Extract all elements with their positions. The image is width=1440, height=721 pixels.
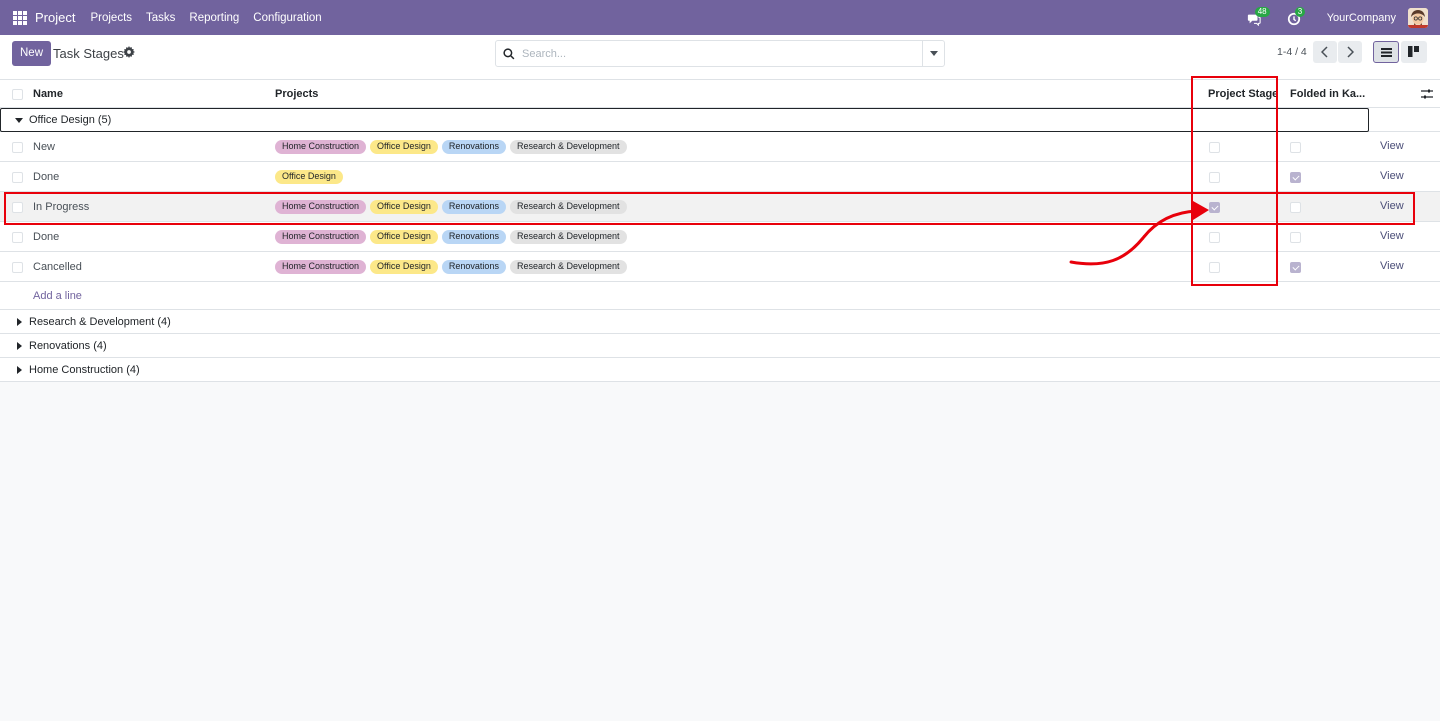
gear-icon[interactable] (123, 46, 135, 58)
activities-button[interactable]: 3 (1287, 6, 1306, 27)
user-face-icon (1408, 7, 1428, 28)
group-label: Renovations (4) (29, 340, 107, 352)
project-tag: Office Design (370, 260, 438, 274)
search-input[interactable] (522, 45, 917, 63)
caret-down-icon (930, 51, 938, 56)
kanban-icon (1408, 46, 1419, 57)
row-select-checkbox[interactable] (12, 232, 23, 243)
project-tag: Renovations (441, 260, 506, 274)
column-settings-icon[interactable] (1421, 88, 1433, 100)
project-tags: Home Construction Office Design Renovation… (275, 230, 631, 244)
project-tag: Research & Development (509, 230, 627, 244)
view-button[interactable]: View (1380, 230, 1404, 242)
column-header-name[interactable]: Name (33, 88, 63, 100)
view-button[interactable]: View (1380, 260, 1404, 272)
row-select-checkbox[interactable] (12, 142, 23, 153)
caret-down-icon (15, 118, 23, 123)
column-header-folded[interactable]: Folded in Ka... (1290, 88, 1365, 100)
menu-configuration[interactable]: Configuration (253, 12, 321, 24)
activities-count-badge: 3 (1294, 6, 1306, 17)
caret-right-icon (17, 318, 22, 326)
group-label: Home Construction (4) (29, 364, 140, 376)
folded-checkbox[interactable] (1290, 172, 1301, 183)
project-tag: Renovations (441, 230, 506, 244)
apps-menu-icon[interactable] (13, 10, 27, 25)
group-label: Research & Development (4) (29, 316, 171, 328)
messages-button[interactable]: 48 (1247, 6, 1270, 27)
group-row[interactable]: Home Construction (4) (0, 358, 1440, 382)
folded-checkbox[interactable] (1290, 232, 1301, 243)
chevron-left-icon (1321, 46, 1328, 58)
project-tags: Home Construction Office Design Renovation… (275, 140, 631, 154)
stage-name: Done (33, 171, 60, 183)
project-tag: Home Construction (275, 260, 367, 274)
project-tag: Research & Development (509, 260, 627, 274)
project-tag: Renovations (441, 140, 506, 154)
search-icon (503, 48, 515, 60)
menu-tasks[interactable]: Tasks (146, 12, 175, 24)
project-tag: Home Construction (275, 230, 367, 244)
project-tag: Office Design (370, 140, 438, 154)
chevron-right-icon (1347, 46, 1354, 58)
folded-checkbox[interactable] (1290, 262, 1301, 273)
stage-name: New (33, 141, 56, 153)
add-line-link[interactable]: Add a line (33, 290, 82, 302)
menu-projects[interactable]: Projects (90, 12, 132, 24)
annotation-arrow-icon (1069, 201, 1209, 266)
caret-right-icon (17, 342, 22, 350)
control-panel: New Task Stages 1-4 / 4 (0, 35, 1440, 80)
project-tag: Research & Development (509, 140, 627, 154)
pager-previous-button[interactable] (1313, 41, 1337, 63)
app-brand[interactable]: Project (35, 10, 75, 25)
project-tags: Home Construction Office Design Renovation… (275, 260, 631, 274)
search-options-toggle[interactable] (922, 41, 944, 66)
stage-name: Cancelled (33, 261, 82, 273)
project-tags: Office Design (275, 170, 347, 184)
group-row[interactable]: Renovations (4) (0, 334, 1440, 358)
list-view-button[interactable] (1373, 41, 1399, 63)
group-label: Office Design (5) (29, 114, 112, 126)
group-row[interactable]: Research & Development (4) (0, 310, 1440, 334)
select-all-checkbox[interactable] (12, 89, 23, 100)
folded-checkbox[interactable] (1290, 142, 1301, 153)
add-line-row: Add a line (0, 282, 1440, 310)
new-button[interactable]: New (12, 41, 52, 66)
user-avatar[interactable] (1408, 7, 1428, 28)
row-select-checkbox[interactable] (12, 262, 23, 273)
row-select-checkbox[interactable] (12, 172, 23, 183)
page-title: Task Stages (53, 46, 124, 61)
view-button[interactable]: View (1380, 170, 1404, 182)
top-navbar: Project Projects Tasks Reporting Configu… (0, 0, 1440, 35)
project-tag: Home Construction (275, 140, 367, 154)
stage-name: Done (33, 231, 60, 243)
pager-value[interactable]: 1-4 / 4 (1277, 46, 1307, 58)
view-button[interactable]: View (1380, 140, 1404, 152)
messages-count-badge: 48 (1254, 6, 1270, 17)
menu-reporting[interactable]: Reporting (189, 12, 239, 24)
company-switcher[interactable]: YourCompany (1327, 12, 1396, 24)
pager-next-button[interactable] (1338, 41, 1362, 63)
search-bar (495, 40, 945, 67)
list-icon (1381, 48, 1392, 57)
project-tag: Office Design (275, 170, 343, 184)
caret-right-icon (17, 366, 22, 374)
column-header-projects[interactable]: Projects (275, 88, 318, 100)
project-tag: Office Design (370, 230, 438, 244)
kanban-view-button[interactable] (1401, 41, 1427, 63)
focus-outline (0, 108, 1369, 132)
